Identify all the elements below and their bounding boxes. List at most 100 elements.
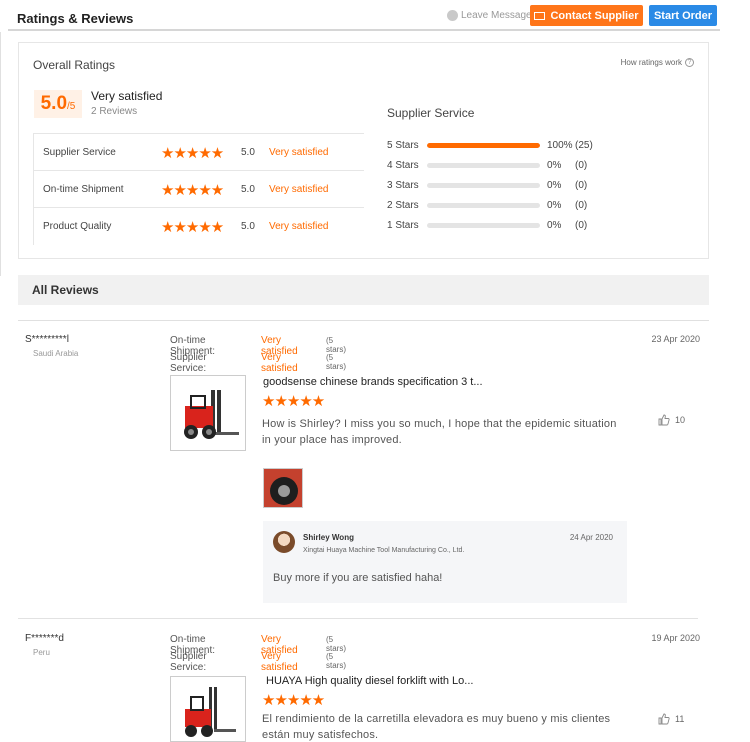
overall-score: 5.0	[40, 93, 68, 114]
star-distribution-row: 1 Stars 0% (0)	[387, 219, 607, 233]
overall-score-suffix: /5	[67, 101, 76, 112]
reply-company: Xingtai Huaya Machine Tool Manufacturing…	[303, 547, 465, 554]
tire-image	[264, 469, 302, 507]
leave-messages-link[interactable]: Leave Messages	[447, 10, 537, 21]
product-title-link[interactable]: HUAYA High quality diesel forklift with …	[266, 675, 473, 687]
section-title: Ratings & Reviews	[17, 11, 134, 26]
dimension-score: 5.0	[241, 147, 255, 158]
header-divider	[8, 29, 720, 31]
meta-value: Very satisfied	[261, 651, 298, 673]
review-date: 19 Apr 2020	[651, 633, 700, 643]
meta-stars: (5 stars)	[326, 652, 346, 670]
bar-count: (0)	[575, 200, 588, 211]
bar-label: 3 Stars	[387, 180, 419, 191]
all-reviews-title: All Reviews	[32, 283, 99, 297]
leave-messages-label: Leave Messages	[461, 10, 537, 21]
supplier-reply: Shirley Wong Xingtai Huaya Machine Tool …	[263, 521, 627, 603]
forklift-image	[184, 390, 239, 439]
top-bar: Ratings & Reviews Leave Messages Contact…	[0, 0, 750, 32]
dimension-score: 5.0	[241, 221, 255, 232]
like-button[interactable]: 10	[658, 414, 685, 426]
product-title-link[interactable]: goodsense chinese brands specification 3…	[263, 376, 483, 388]
bar-label: 5 Stars	[387, 140, 419, 151]
star-rating: ★★★★★	[161, 219, 224, 236]
bar-count: (0)	[575, 220, 588, 231]
bar-percent: 0%	[547, 160, 562, 171]
bar-percent: 0%	[547, 200, 562, 211]
meta-stars: (5 stars)	[326, 635, 346, 653]
overall-score-badge: 5.0 /5	[34, 90, 82, 118]
start-order-button[interactable]: Start Order	[649, 5, 717, 26]
message-icon	[447, 10, 458, 21]
meta-value: Very satisfied	[261, 352, 298, 374]
bar-percent: 100%	[547, 140, 573, 151]
bar-count: (25)	[575, 140, 593, 151]
overall-label: Very satisfied	[91, 89, 163, 103]
review-item: S*********l Saudi Arabia 23 Apr 2020 On-…	[18, 334, 709, 604]
star-distribution-row: 5 Stars 100% (25)	[387, 139, 607, 153]
help-icon: ?	[685, 58, 694, 67]
review-stars: ★★★★★	[262, 393, 325, 410]
bar-track	[427, 163, 540, 168]
review-text: El rendimiento de la carretilla elevador…	[262, 711, 632, 742]
reviewer-country: Saudi Arabia	[33, 349, 79, 358]
meta-label: Supplier Service:	[170, 352, 207, 374]
dimension-label: Product Quality	[43, 221, 112, 232]
meta-stars: (5 stars)	[326, 353, 346, 371]
reply-author: Shirley Wong	[303, 533, 354, 542]
all-reviews-header: All Reviews	[18, 275, 709, 305]
like-count: 10	[675, 415, 686, 425]
contact-supplier-label: Contact Supplier	[550, 9, 639, 22]
supplier-service-title: Supplier Service	[387, 106, 475, 120]
dimension-text: Very satisfied	[269, 147, 329, 158]
bar-label: 4 Stars	[387, 160, 419, 171]
dimension-label: On-time Shipment	[43, 184, 124, 195]
how-ratings-work-label: How ratings work	[620, 58, 682, 67]
star-distribution-row: 2 Stars 0% (0)	[387, 199, 607, 213]
star-distribution-row: 3 Stars 0% (0)	[387, 179, 607, 193]
dimension-text: Very satisfied	[269, 184, 329, 195]
how-ratings-work-link[interactable]: How ratings work ?	[621, 58, 694, 67]
dimension-ratings: Supplier Service ★★★★★ 5.0 Very satisfie…	[33, 133, 364, 245]
contact-supplier-button[interactable]: Contact Supplier	[530, 5, 643, 26]
star-rating: ★★★★★	[161, 145, 224, 162]
review-text-line: How is Shirley? I miss you so much, I ho…	[262, 418, 617, 430]
review-item: F*******d Peru 19 Apr 2020 On-time Shipm…	[18, 633, 709, 742]
envelope-icon	[534, 11, 546, 20]
ratings-panel: Overall Ratings How ratings work ? 5.0 /…	[18, 42, 709, 259]
bar-track	[427, 143, 540, 148]
product-thumbnail[interactable]	[170, 375, 246, 451]
reviewer-country: Peru	[33, 648, 50, 657]
bar-count: (0)	[575, 180, 588, 191]
dimension-row: Product Quality ★★★★★ 5.0 Very satisfied	[33, 208, 364, 245]
bar-label: 1 Stars	[387, 220, 419, 231]
bar-label: 2 Stars	[387, 200, 419, 211]
bar-fill	[427, 143, 540, 148]
reviewer-name: S*********l	[25, 334, 69, 345]
star-distribution-row: 4 Stars 0% (0)	[387, 159, 607, 173]
thumbs-up-icon	[658, 713, 670, 725]
reviews-divider	[18, 320, 709, 321]
product-thumbnail[interactable]	[170, 676, 246, 742]
review-text: How is Shirley? I miss you so much, I ho…	[262, 416, 632, 448]
like-count: 11	[675, 714, 685, 724]
review-count: 2 Reviews	[91, 106, 138, 117]
overall-ratings-title: Overall Ratings	[33, 58, 116, 72]
review-text-line: están muy satisfechos.	[262, 729, 379, 741]
bar-percent: 0%	[547, 220, 562, 231]
star-rating: ★★★★★	[161, 182, 224, 199]
avatar	[273, 531, 295, 553]
bar-track	[427, 223, 540, 228]
dimension-score: 5.0	[241, 184, 255, 195]
dimension-row: On-time Shipment ★★★★★ 5.0 Very satisfie…	[33, 171, 364, 208]
like-button[interactable]: 11	[658, 713, 684, 725]
forklift-image	[185, 687, 236, 737]
reply-date: 24 Apr 2020	[569, 533, 613, 542]
review-photo[interactable]	[263, 468, 303, 508]
review-text-line: in your place has improved.	[262, 434, 402, 446]
bar-track	[427, 203, 540, 208]
review-date: 23 Apr 2020	[651, 334, 700, 344]
thumbs-up-icon	[658, 414, 670, 426]
meta-label: Supplier Service:	[170, 651, 207, 673]
reply-text: Buy more if you are satisfied haha!	[273, 572, 443, 584]
